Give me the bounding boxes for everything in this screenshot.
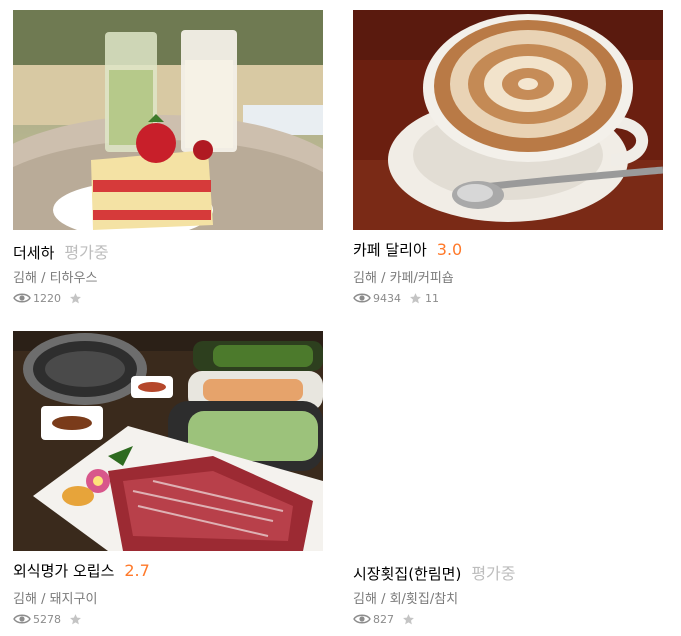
title-row: 외식명가 오립스 2.7: [13, 560, 323, 584]
view-count: 1220: [33, 291, 61, 305]
eye-icon: [13, 614, 31, 624]
restaurant-location-category: 김해 / 돼지구이: [13, 588, 323, 607]
restaurant-photo-latte[interactable]: [353, 10, 663, 230]
restaurant-location-category: 김해 / 회/횟집/참치: [353, 588, 663, 607]
restaurant-card: 카페 달리아 3.0 김해 / 카페/커피숍 9434 11: [353, 10, 663, 306]
star-icon: [403, 613, 414, 624]
view-count: 5278: [33, 612, 61, 626]
meta-separator: /: [41, 592, 50, 607]
restaurant-category: 회/횟집/참치: [389, 592, 459, 607]
restaurant-region: 김해: [353, 271, 377, 286]
restaurant-category: 돼지구이: [49, 592, 98, 607]
meta-separator: /: [381, 271, 390, 286]
restaurant-card: 시장횟집(한림면) 평가중 김해 / 회/횟집/참치 827: [353, 331, 663, 627]
title-row: 시장횟집(한림면) 평가중: [353, 560, 663, 584]
restaurant-name[interactable]: 외식명가 오립스: [13, 560, 114, 581]
restaurant-stats: 827: [353, 611, 663, 627]
review-count: 11: [425, 291, 439, 305]
eye-icon: [13, 293, 31, 303]
meta-separator: /: [41, 271, 50, 286]
restaurant-rating: 3.0: [436, 240, 463, 259]
title-row: 카페 달리아 3.0: [353, 239, 663, 263]
restaurant-stats: 1220: [13, 290, 323, 306]
restaurant-rating: 평가중: [471, 564, 516, 583]
restaurant-name[interactable]: 더세하: [13, 242, 54, 263]
view-count: 9434: [373, 291, 401, 305]
restaurant-photo-cake[interactable]: [13, 10, 323, 230]
restaurant-card: 외식명가 오립스 2.7 김해 / 돼지구이 5278: [13, 331, 323, 627]
meta-separator: /: [381, 592, 390, 607]
eye-icon: [353, 293, 371, 303]
star-icon: [410, 292, 421, 303]
restaurant-rating: 평가중: [64, 243, 109, 262]
restaurant-rating: 2.7: [124, 561, 150, 580]
restaurant-name[interactable]: 시장횟집(한림면): [353, 563, 461, 584]
restaurant-region: 김해: [353, 592, 377, 607]
restaurant-stats: 9434 11: [353, 290, 663, 306]
restaurant-photo-placeholder[interactable]: [353, 331, 663, 551]
title-row: 더세하 평가중: [13, 239, 323, 263]
restaurant-category: 티하우스: [49, 271, 98, 286]
restaurant-name[interactable]: 카페 달리아: [353, 239, 427, 260]
restaurant-photo-grill[interactable]: [13, 331, 323, 551]
restaurant-category: 카페/커피숍: [389, 271, 454, 286]
restaurant-card: 더세하 평가중 김해 / 티하우스 1220: [13, 10, 323, 306]
restaurant-location-category: 김해 / 티하우스: [13, 267, 323, 286]
restaurant-grid: 더세하 평가중 김해 / 티하우스 1220 카페 달리아 3.0 김해 / 카…: [0, 0, 681, 636]
star-icon: [70, 613, 81, 624]
restaurant-region: 김해: [13, 271, 37, 286]
restaurant-location-category: 김해 / 카페/커피숍: [353, 267, 663, 286]
star-icon: [70, 292, 81, 303]
eye-icon: [353, 614, 371, 624]
view-count: 827: [373, 612, 394, 626]
restaurant-stats: 5278: [13, 611, 323, 627]
restaurant-region: 김해: [13, 592, 37, 607]
